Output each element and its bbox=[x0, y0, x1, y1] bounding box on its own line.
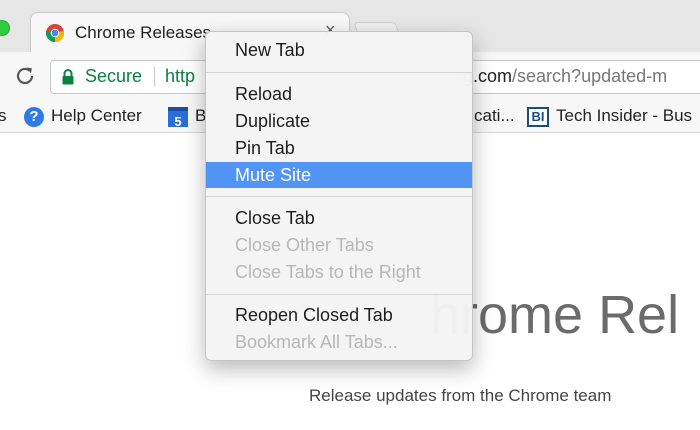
omnibox-divider bbox=[154, 67, 155, 87]
menu-item-close-tab[interactable]: Close Tab bbox=[206, 205, 472, 231]
menu-item-close-tabs-right[interactable]: Close Tabs to the Right bbox=[206, 259, 472, 285]
menu-separator bbox=[206, 196, 472, 197]
bookmark-help-center[interactable]: Help Center bbox=[51, 106, 142, 126]
menu-item-close-other-tabs[interactable]: Close Other Tabs bbox=[206, 232, 472, 258]
menu-item-new-tab[interactable]: New Tab bbox=[206, 37, 472, 63]
url-text: g.com/search?updated-m bbox=[463, 66, 667, 87]
page-subtitle: Release updates from the Chrome team bbox=[309, 386, 612, 405]
lock-icon bbox=[62, 69, 74, 85]
calendar-icon: 5 bbox=[168, 107, 188, 129]
menu-item-mute-site[interactable]: Mute Site bbox=[206, 162, 472, 188]
menu-separator bbox=[206, 294, 472, 295]
window-maximize-button[interactable] bbox=[0, 20, 10, 36]
url-path: /search?updated-m bbox=[512, 66, 668, 86]
help-icon: ? bbox=[24, 107, 44, 127]
tab-title: Chrome Releases bbox=[75, 23, 212, 42]
tab-context-menu: New Tab Reload Duplicate Pin Tab Mute Si… bbox=[205, 31, 473, 361]
secure-label: Secure bbox=[85, 66, 143, 86]
bookmark-partial-left[interactable]: s bbox=[0, 106, 7, 126]
url-scheme: http bbox=[165, 66, 196, 86]
bookmark-tech-insider[interactable]: Tech Insider - Bus bbox=[556, 106, 692, 126]
menu-item-duplicate[interactable]: Duplicate bbox=[206, 108, 472, 134]
business-insider-icon: BI bbox=[527, 107, 549, 127]
menu-separator bbox=[206, 72, 472, 73]
bookmark-partial-cati[interactable]: cati... bbox=[474, 106, 515, 126]
chrome-icon bbox=[46, 24, 64, 42]
reload-icon[interactable] bbox=[12, 63, 38, 89]
menu-item-reload[interactable]: Reload bbox=[206, 81, 472, 107]
menu-item-reopen-closed-tab[interactable]: Reopen Closed Tab bbox=[206, 302, 472, 328]
menu-item-bookmark-all-tabs[interactable]: Bookmark All Tabs... bbox=[206, 329, 472, 355]
menu-item-pin-tab[interactable]: Pin Tab bbox=[206, 135, 472, 161]
